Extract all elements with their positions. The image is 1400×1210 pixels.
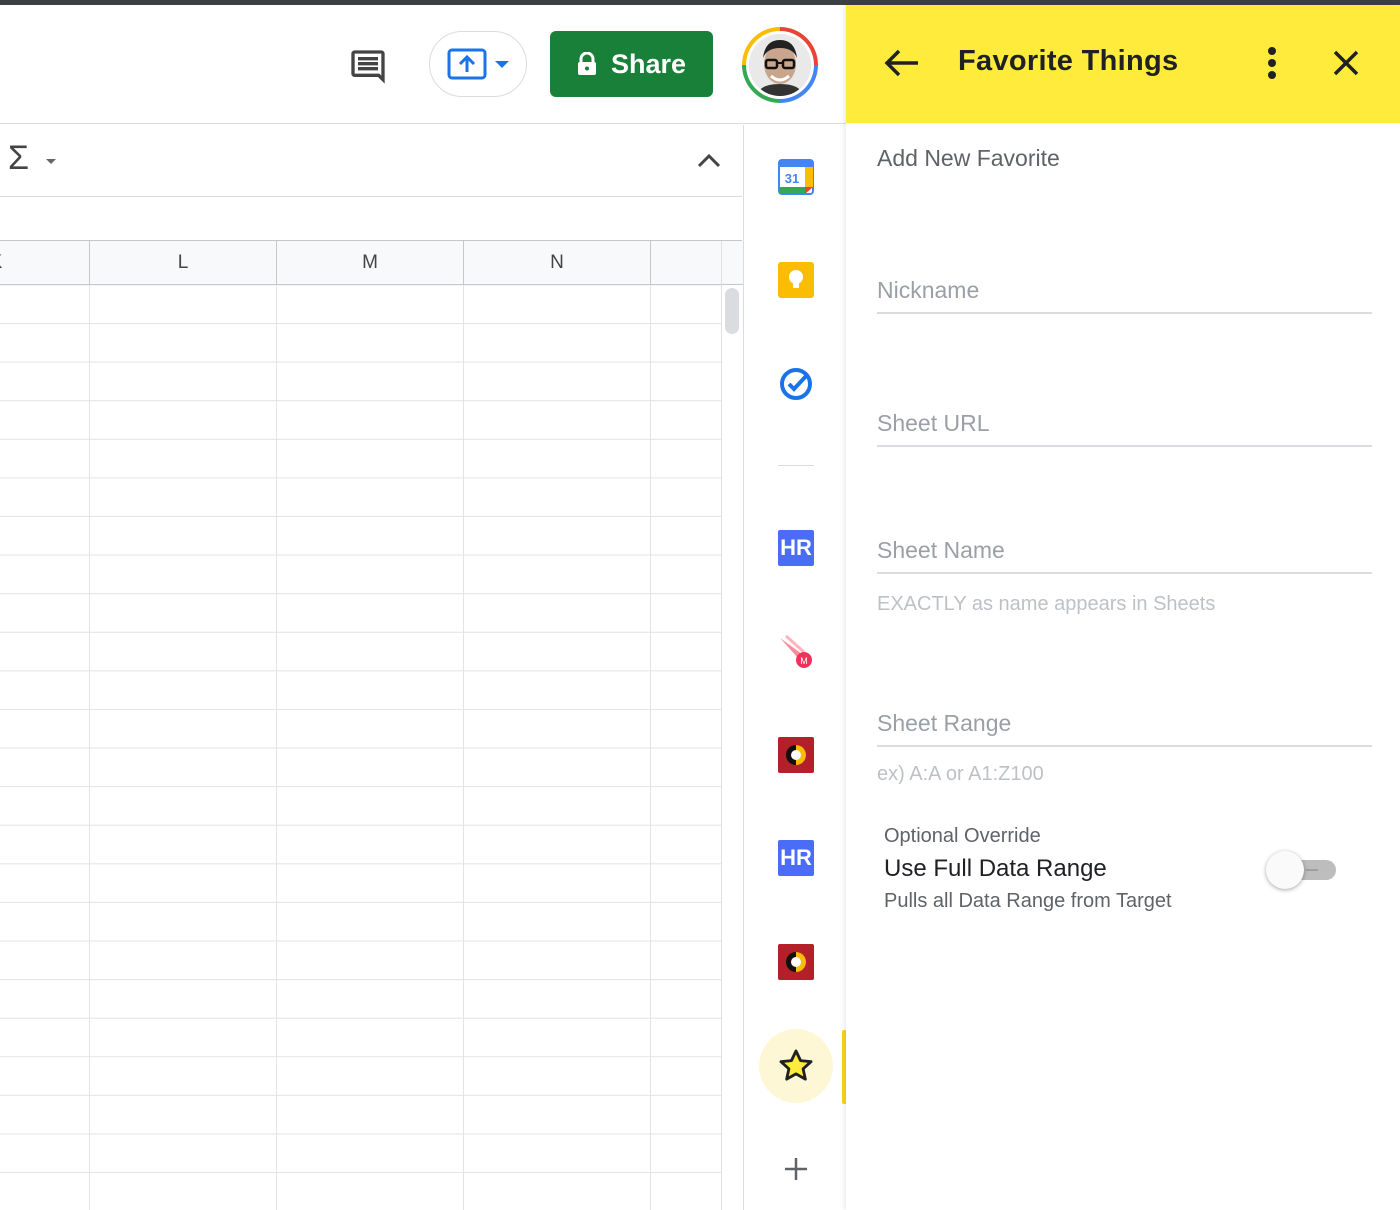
present-upload-icon	[447, 48, 487, 80]
panel-header: Favorite Things	[846, 5, 1400, 123]
scrollbar-thumb[interactable]	[725, 288, 739, 334]
rail-item-red-addon[interactable]	[762, 721, 830, 789]
favorite-things-panel: Favorite Things Add New Favorite EXACTLY…	[846, 5, 1400, 1210]
account-avatar[interactable]	[742, 27, 818, 103]
top-bar: Share	[0, 5, 846, 124]
rail-item-hr-2[interactable]: HR	[762, 824, 830, 892]
rail-item-red-addon-2[interactable]	[762, 928, 830, 996]
red-addon-icon	[778, 737, 814, 773]
rail-divider	[778, 465, 814, 466]
column-header-n[interactable]: N	[464, 241, 651, 285]
functions-icon[interactable]: Σ	[8, 139, 29, 178]
avatar-photo	[749, 34, 811, 96]
caret-down-icon[interactable]	[46, 159, 56, 164]
calendar-icon: 31	[778, 159, 814, 195]
override-title: Use Full Data Range	[884, 855, 1107, 882]
keep-icon	[778, 262, 814, 298]
column-header-o[interactable]	[651, 241, 721, 285]
comment-history-button[interactable]	[344, 43, 392, 91]
sheet-range-input[interactable]	[877, 710, 1372, 747]
meteor-addon-icon: M	[780, 634, 812, 668]
back-button[interactable]	[878, 39, 926, 87]
red-addon-icon	[778, 944, 814, 980]
side-panel-rail: 31 HR M HR	[743, 125, 847, 1210]
rail-item-calendar[interactable]: 31	[762, 143, 830, 211]
rail-item-hr[interactable]: HR	[762, 514, 830, 582]
rail-item-tasks[interactable]	[762, 350, 830, 418]
close-icon	[1333, 50, 1359, 76]
override-label: Optional Override	[884, 825, 1041, 847]
arrow-left-icon	[884, 49, 918, 77]
chevron-up-icon	[697, 153, 721, 168]
full-data-range-toggle[interactable]	[1266, 851, 1336, 889]
spreadsheet-grid[interactable]: K L M N	[0, 241, 721, 1210]
vertical-scrollbar[interactable]	[721, 241, 744, 1210]
plus-icon	[785, 1158, 807, 1180]
app-root: Share Σ L M N 31 HR M HR Favorite Things…	[0, 0, 1400, 1210]
svg-text:31: 31	[785, 171, 799, 186]
sheet-range-hint: ex) A:A or A1:Z100	[877, 763, 1044, 785]
share-label: Share	[610, 48, 687, 79]
toolbar: Σ	[0, 125, 742, 197]
section-title: Add New Favorite	[877, 145, 1060, 171]
nickname-input[interactable]	[877, 277, 1372, 314]
override-description: Pulls all Data Range from Target	[884, 890, 1172, 912]
lock-icon	[577, 52, 596, 75]
hr-addon-icon: HR	[778, 840, 814, 876]
column-header-m[interactable]: M	[277, 241, 464, 285]
rail-item-keep[interactable]	[762, 246, 830, 314]
comment-icon	[351, 50, 385, 84]
share-button[interactable]: Share	[550, 31, 713, 97]
column-header-k[interactable]: K	[0, 241, 90, 285]
rail-item-favorite-things[interactable]	[759, 1029, 833, 1103]
close-button[interactable]	[1322, 39, 1370, 87]
rail-item-meteor[interactable]: M	[762, 618, 830, 686]
sheet-url-input[interactable]	[877, 410, 1372, 447]
tasks-icon	[780, 368, 812, 400]
sheet-name-input[interactable]	[877, 537, 1372, 574]
svg-text:M: M	[800, 656, 808, 666]
formula-bar[interactable]	[0, 197, 742, 241]
avatar-face-icon	[749, 34, 811, 96]
collapse-toolbar-button[interactable]	[692, 143, 726, 177]
column-header-l[interactable]: L	[90, 241, 277, 285]
star-icon	[779, 1049, 813, 1081]
rail-item-add[interactable]	[762, 1135, 830, 1203]
hr-addon-icon: HR	[778, 530, 814, 566]
sheet-name-hint: EXACTLY as name appears in Sheets	[877, 593, 1216, 615]
panel-title: Favorite Things	[958, 45, 1179, 77]
present-button[interactable]	[429, 31, 527, 97]
chevron-down-icon	[495, 60, 509, 68]
more-options-button[interactable]	[1250, 39, 1294, 87]
grid-cells[interactable]	[0, 285, 721, 1210]
more-vert-icon	[1268, 47, 1276, 79]
toggle-knob	[1266, 851, 1304, 889]
